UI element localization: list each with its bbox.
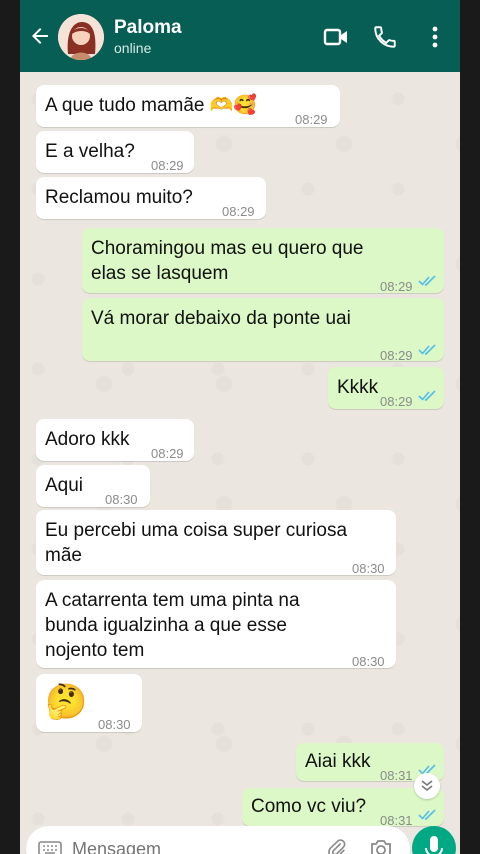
double-check-icon — [418, 809, 436, 820]
message-text: E a velha? — [45, 141, 135, 162]
message-text: Como vc viu? — [251, 796, 367, 817]
message-time: 08:31 — [380, 768, 413, 783]
message-time: 08:30 — [105, 492, 138, 507]
message-bubble[interactable]: Choramingou mas eu quero que elas se las… — [82, 228, 444, 294]
message-time: 08:30 — [352, 654, 385, 669]
double-check-icon — [418, 390, 436, 401]
message-text: Kkkk — [337, 377, 379, 398]
microphone-icon — [425, 836, 443, 854]
message-text: Choramingou mas eu quero que elas se las… — [91, 238, 364, 284]
keyboard-icon[interactable] — [38, 841, 62, 854]
message-emoji: 🤔 — [45, 683, 88, 721]
message-text: Vá morar debaixo da ponte uai — [91, 308, 351, 329]
message-bubble[interactable]: Eu percebi uma coisa super curiosa mãe 0… — [36, 510, 396, 576]
arrow-left-icon[interactable] — [28, 24, 52, 48]
message-time: 08:30 — [98, 717, 131, 732]
message-bubble[interactable]: A que tudo mamãe 🫶🥰 08:29 — [36, 85, 340, 127]
message-time: 08:29 — [222, 204, 255, 219]
message-time: 08:29 — [380, 348, 413, 363]
message-bubble[interactable]: Reclamou muito? 08:29 — [36, 177, 266, 219]
message-time: 08:30 — [352, 561, 385, 576]
scroll-to-bottom-button[interactable] — [414, 773, 440, 799]
message-bubble[interactable]: A catarrenta tem uma pinta na bunda igua… — [36, 580, 396, 669]
mic-button[interactable] — [412, 826, 456, 854]
contact-status: online — [114, 40, 152, 56]
phone-icon[interactable] — [372, 24, 398, 50]
message-text: Aiai kkk — [305, 751, 371, 772]
message-text: A catarrenta tem uma pinta na bunda igua… — [45, 590, 300, 661]
message-bubble[interactable]: Adoro kkk 08:29 — [36, 419, 194, 461]
message-text: Eu percebi uma coisa super curiosa mãe — [45, 520, 348, 566]
contact-name[interactable]: Paloma — [114, 17, 182, 39]
message-time: 08:29 — [380, 279, 413, 294]
double-chevron-down-icon — [421, 780, 433, 792]
chat-header: Paloma online — [20, 0, 460, 72]
message-bubble[interactable]: Kkkk 08:29 — [328, 367, 444, 409]
double-check-icon — [418, 344, 436, 355]
message-time: 08:29 — [380, 394, 413, 409]
message-time: 08:29 — [151, 446, 184, 461]
message-bubble[interactable]: 🤔 08:30 — [36, 674, 142, 732]
paperclip-icon[interactable] — [326, 838, 348, 854]
avatar[interactable] — [58, 14, 104, 60]
message-composer — [26, 826, 410, 854]
message-bubble[interactable]: E a velha? 08:29 — [36, 131, 194, 173]
more-vert-icon[interactable] — [422, 24, 448, 50]
message-time: 08:29 — [295, 112, 328, 127]
double-check-icon — [418, 275, 436, 286]
message-bubble[interactable]: Aqui 08:30 — [36, 465, 150, 507]
message-input[interactable] — [70, 838, 294, 854]
camera-icon[interactable] — [369, 839, 393, 854]
message-time: 08:29 — [151, 158, 184, 173]
message-text: Reclamou muito? — [45, 187, 193, 208]
video-call-icon[interactable] — [323, 24, 349, 50]
chat-screen: Paloma online A que tudo mamãe 🫶🥰 08:29 … — [20, 0, 460, 854]
message-bubble[interactable]: Vá morar debaixo da ponte uai 08:29 — [82, 298, 444, 363]
message-text: Adoro kkk — [45, 429, 130, 450]
message-text: Aqui — [45, 475, 84, 496]
message-text: A que tudo mamãe 🫶🥰 — [45, 95, 258, 116]
avatar-illustration — [58, 14, 104, 60]
